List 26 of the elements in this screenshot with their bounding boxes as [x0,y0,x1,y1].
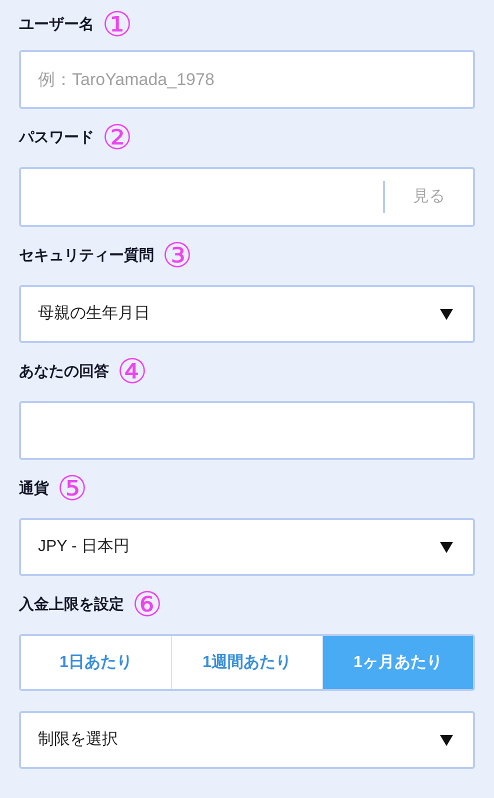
step-number: ② [102,121,132,155]
dropdown-select[interactable]: 母親の生年月日 [19,285,475,343]
password-field[interactable]: 見る [19,167,475,227]
text-field[interactable]: 例：TaroYamada_1978 [19,50,475,109]
step-number: ③ [162,239,192,273]
selected-value: 母親の生年月日 [38,304,150,324]
field-label: ユーザー名 [19,14,94,35]
dropdown-caret-icon [440,542,453,552]
field-label: パスワード [19,128,94,148]
field-label: あなたの回答 [19,362,109,382]
field-label: セキュリティー質問 [19,246,154,266]
step-number: ⑤ [57,472,87,506]
step-number: ① [102,8,132,42]
field-label: 入金上限を設定 [19,594,124,615]
field-label: 通貨 [19,478,49,499]
step-number: ⑥ [132,588,162,622]
dropdown-select[interactable]: 制限を選択 [19,711,475,769]
text-field[interactable] [19,401,475,460]
selected-value: 制限を選択 [38,730,118,750]
show-password-button[interactable]: 見る [385,169,473,225]
dropdown-caret-icon [440,734,453,746]
dropdown-caret-icon [440,308,453,320]
period-tab[interactable]: 1ヶ月あたり [322,636,473,689]
selected-value: JPY - 日本円 [38,536,130,557]
dropdown-select[interactable]: JPY - 日本円 [19,518,475,576]
step-number: ④ [117,355,147,389]
